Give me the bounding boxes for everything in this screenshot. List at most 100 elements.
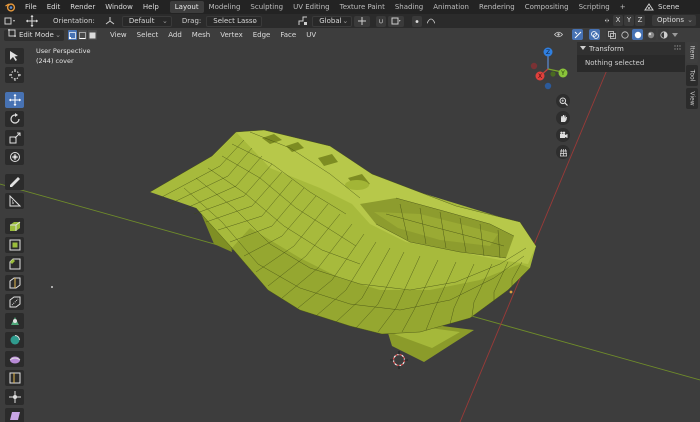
measure-icon[interactable] [5, 193, 24, 209]
scene-selector[interactable]: Scene [644, 1, 696, 13]
mirror-x-button[interactable]: X [612, 15, 623, 26]
transform-orientation-icon [296, 15, 310, 27]
chevron-down-icon: ⌄ [342, 16, 349, 25]
tab-texture-paint[interactable]: Texture Paint [335, 1, 390, 13]
transform-panel-body: Nothing selected [585, 59, 645, 67]
tab-item[interactable]: Item [686, 42, 698, 63]
shading-options-icon[interactable] [671, 29, 678, 40]
mode-dropdown[interactable]: Edit Mode ⌄ [4, 29, 64, 41]
cursor-icon[interactable] [5, 67, 24, 83]
edge-slide-icon[interactable] [5, 370, 24, 386]
gizmo-neg-y-axis[interactable] [550, 71, 556, 77]
edge-select-button[interactable] [78, 30, 87, 40]
menu-window[interactable]: Window [100, 0, 138, 14]
tab-shading[interactable]: Shading [390, 1, 428, 13]
tab-animation[interactable]: Animation [428, 1, 474, 13]
chevron-down-icon: ⌄ [252, 16, 259, 25]
sidebar-panel: Transform Nothing selected [577, 42, 685, 72]
menu-face[interactable]: Face [275, 31, 301, 39]
tab-layout[interactable]: Layout [169, 1, 204, 13]
face-select-button[interactable] [88, 30, 97, 40]
pan-hand-icon[interactable] [556, 111, 570, 125]
3d-viewport[interactable]: Edit Mode ⌄ View Select Add Mesh Vertex … [0, 28, 700, 422]
transform-icon[interactable] [5, 149, 24, 165]
menu-select[interactable]: Select [132, 31, 164, 39]
poly-build-icon[interactable] [5, 313, 24, 329]
annotate-icon[interactable] [5, 174, 24, 190]
tab-scripting[interactable]: Scripting [574, 1, 615, 13]
shrink-fatten-icon[interactable] [5, 389, 24, 405]
transform-panel-header[interactable]: Transform [577, 42, 685, 55]
proportional-edit-button[interactable] [412, 15, 423, 27]
mirror-y-button[interactable]: Y [623, 15, 634, 26]
pivot-point-button[interactable] [354, 15, 371, 27]
snap-toggle-button[interactable] [376, 15, 387, 27]
tab-compositing[interactable]: Compositing [520, 1, 574, 13]
tab-item-label: Item [688, 45, 696, 60]
visibility-icon[interactable] [553, 29, 564, 40]
menu-uv[interactable]: UV [301, 31, 321, 39]
select-mode-group [68, 30, 97, 40]
editor-type-icon[interactable] [3, 15, 17, 27]
move-icon[interactable] [5, 92, 24, 108]
options-label: Options [656, 16, 684, 24]
tab-rendering[interactable]: Rendering [474, 1, 520, 13]
transform-pivot-icon[interactable] [25, 15, 39, 27]
camera-icon[interactable] [556, 128, 570, 142]
navigation-gizmo[interactable]: Z Y X [528, 46, 570, 90]
menu-add[interactable]: Add [163, 31, 187, 39]
options-dropdown[interactable]: Options ⌄ [651, 15, 696, 26]
menu-file[interactable]: File [20, 0, 42, 14]
inset-icon[interactable] [5, 237, 24, 253]
snap-target-button[interactable] [388, 15, 405, 27]
vertex-select-button[interactable] [68, 30, 77, 40]
tab-uv-editing[interactable]: UV Editing [288, 1, 335, 13]
drag-grip-icon[interactable] [674, 45, 681, 51]
solid-shading-icon[interactable] [632, 29, 643, 40]
object-label: (244) cover [36, 57, 74, 65]
3d-cursor-icon[interactable] [390, 351, 408, 369]
shear-icon[interactable] [5, 408, 24, 422]
bevel-icon[interactable] [5, 256, 24, 272]
gizmo-neg-z-axis[interactable] [544, 82, 552, 90]
gizmo-neg-x-axis[interactable] [530, 62, 538, 70]
menu-edit[interactable]: Edit [42, 0, 66, 14]
transform-orientation-dropdown[interactable]: Global ⌄ [312, 15, 353, 27]
blender-logo-icon[interactable] [4, 1, 17, 14]
gizmo-toggle-icon[interactable] [572, 29, 583, 40]
workspace-tabs: Layout Modeling Sculpting UV Editing Tex… [169, 0, 629, 14]
overlay-toggle-icon[interactable] [589, 29, 600, 40]
tab-view[interactable]: View [686, 88, 698, 109]
tab-modeling[interactable]: Modeling [204, 1, 246, 13]
material-shading-icon[interactable] [645, 29, 656, 40]
rotate-icon[interactable] [5, 111, 24, 127]
scale-icon[interactable] [5, 130, 24, 146]
menu-mesh[interactable]: Mesh [187, 31, 215, 39]
extrude-icon[interactable] [5, 218, 24, 234]
mesh-object[interactable] [149, 129, 537, 362]
falloff-button[interactable] [424, 16, 438, 27]
smooth-icon[interactable] [5, 351, 24, 367]
loop-cut-icon[interactable] [5, 275, 24, 291]
menu-view[interactable]: View [105, 31, 132, 39]
drag-dropdown[interactable]: Select Lasso ⌄ [206, 15, 263, 27]
rendered-shading-icon[interactable] [658, 29, 669, 40]
tab-tool[interactable]: Tool [686, 65, 698, 86]
tab-sculpting[interactable]: Sculpting [245, 1, 288, 13]
knife-icon[interactable] [5, 294, 24, 310]
grid-view-icon[interactable] [556, 145, 570, 159]
object-origin [509, 290, 513, 294]
mirror-icon[interactable] [602, 15, 612, 26]
menu-help[interactable]: Help [138, 0, 164, 14]
xray-toggle-icon[interactable] [606, 29, 617, 40]
menu-vertex[interactable]: Vertex [215, 31, 248, 39]
spin-icon[interactable] [5, 332, 24, 348]
add-workspace-button[interactable]: + [617, 1, 629, 13]
mirror-z-button[interactable]: Z [634, 15, 645, 26]
select-box-icon[interactable] [5, 48, 24, 64]
zoom-icon[interactable] [556, 94, 570, 108]
menu-edge[interactable]: Edge [248, 31, 276, 39]
wireframe-shading-icon[interactable] [619, 29, 630, 40]
orientation-dropdown[interactable]: Default ⌄ [121, 15, 172, 27]
menu-render[interactable]: Render [65, 0, 100, 14]
